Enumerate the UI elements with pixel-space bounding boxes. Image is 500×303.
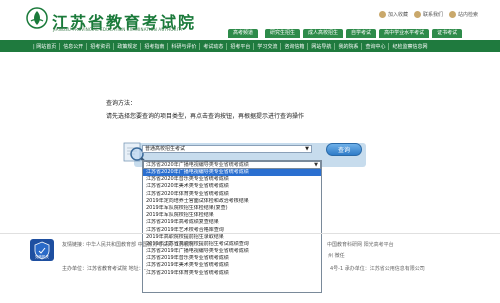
- nav-item[interactable]: 纪检监察信息网: [388, 42, 430, 50]
- dropdown-option[interactable]: 江苏省2019年体育类专业省统考成绩: [143, 270, 321, 277]
- howto-title: 查询方法：: [106, 100, 137, 107]
- friend-links-right[interactable]: 中国教育科研网 阳光高考平台: [327, 241, 394, 248]
- dropdown-option[interactable]: 2019年定向培养士官面试体检和政治考核结果: [143, 198, 321, 205]
- nav-item[interactable]: 网站导航: [307, 42, 334, 50]
- dropdown-option[interactable]: 2019年军队院校招生体检结果(复查): [143, 205, 321, 212]
- friend-links-label: 友情链接：: [62, 242, 88, 248]
- chevron-down-icon: ▼: [314, 162, 318, 168]
- footer-right-line3: 4号-1 承办单位：江苏省公用信息有限公司: [330, 266, 425, 272]
- category-select-value: 普通高校招生考试: [145, 146, 186, 152]
- site-search-link[interactable]: 站内检索: [448, 11, 478, 18]
- nav-item[interactable]: 查询中心: [361, 42, 388, 50]
- top-links: 加入收藏 联系我们 站内检索: [378, 11, 478, 18]
- dropdown-option[interactable]: 江苏省2019年广播电视编导类专业省统考成绩: [143, 248, 321, 255]
- tab-gaokao[interactable]: 高考频道: [228, 29, 259, 38]
- favorite-label: 加入收藏: [387, 12, 408, 18]
- dropdown-option[interactable]: 江苏省2019年音乐类专业省统考成绩: [143, 255, 321, 262]
- contact-label: 联系我们: [422, 12, 443, 18]
- host-info: 主办单位：江苏省教育考试院 地址：...: [62, 266, 149, 272]
- main-nav: | 网站首页 信息公开 招考资讯 政策规定 招考指南 科研与评价 考试动态 招考平台 学习交流咨…: [0, 40, 500, 52]
- nav-item[interactable]: 科研与评价: [167, 42, 199, 50]
- nav-item[interactable]: 信息公开: [59, 42, 86, 50]
- tab-academic-level[interactable]: 高中学业水平考试: [379, 29, 430, 38]
- site-subtitle: JIANGSU PROVINCIAL EDUCATION EXAMINATION…: [53, 27, 184, 32]
- category-select[interactable]: 普通高校招生考试 ▼: [142, 145, 312, 153]
- nav-item[interactable]: 招考平台: [226, 42, 253, 50]
- tab-self-study[interactable]: 自学考试: [346, 29, 377, 38]
- tab-adult[interactable]: 成人高校招生: [303, 29, 344, 38]
- phone-icon: [413, 11, 421, 18]
- howto-text: 请先选择您要查询的项目类型，再点击查询按钮，再根据提示进行查询操作: [106, 113, 305, 120]
- dropdown-option[interactable]: 江苏省2020年体育类专业省统考成绩: [143, 191, 321, 198]
- dropdown-option[interactable]: 江苏省2020年美术类专业省统考成绩: [143, 183, 321, 190]
- item-option-list: 江苏省2020年广播电视编导类专业省统考成绩 江苏省2020年音乐类专业省统考成绩…: [143, 169, 321, 277]
- nav-item[interactable]: 考试动态: [199, 42, 226, 50]
- nav-item[interactable]: 招考指南: [140, 42, 167, 50]
- friend-links[interactable]: 中华人民共和国教育部 中国教育考试网 江苏教育 ...: [86, 241, 201, 248]
- nav-item[interactable]: 政策规定: [113, 42, 140, 50]
- nav-item[interactable]: 我的院系: [334, 42, 361, 50]
- dropdown-option[interactable]: 江苏省2019年高考成绩复查结果: [143, 219, 321, 226]
- item-select-value: 江苏省2020年广播电视编导类专业省统考成绩: [146, 162, 249, 168]
- item-select[interactable]: 江苏省2020年广播电视编导类专业省统考成绩 ▼: [143, 161, 321, 169]
- search-icon: [448, 11, 456, 18]
- query-button[interactable]: 查询: [326, 143, 362, 156]
- dropdown-option[interactable]: 2019年高职院校提前招生录取结果: [143, 234, 321, 241]
- channel-tabs: 高考频道 研究生招生 成人高校招生 自学考试 高中学业水平考试 证书考试: [228, 29, 463, 38]
- dropdown-option[interactable]: 江苏省2019年美术类专业省统考成绩: [143, 262, 321, 269]
- nav-item[interactable]: 学习交流: [253, 42, 280, 50]
- footer-right-line2: 州 微任: [328, 253, 345, 259]
- gov-badge-label: 党政机关: [35, 255, 49, 259]
- chevron-down-icon: ▼: [305, 146, 309, 152]
- contact-link[interactable]: 联系我们: [413, 11, 443, 18]
- dropdown-option[interactable]: 江苏省2020年广播电视编导类专业省统考成绩: [143, 169, 321, 177]
- nav-item[interactable]: 咨询信箱: [280, 42, 307, 50]
- tab-graduate[interactable]: 研究生招生: [265, 29, 301, 38]
- logo-icon[interactable]: [26, 7, 48, 29]
- nav-item[interactable]: 招考资讯: [86, 42, 113, 50]
- star-icon: [378, 11, 386, 18]
- site-header: 江苏省教育考试院 JIANGSU PROVINCIAL EDUCATION EX…: [0, 0, 500, 40]
- dropdown-option[interactable]: 2019年军队院校招生体检结果: [143, 212, 321, 219]
- footer-divider: [0, 233, 500, 234]
- tab-certificate[interactable]: 证书考试: [432, 29, 463, 38]
- favorite-link[interactable]: 加入收藏: [378, 11, 408, 18]
- item-dropdown[interactable]: 江苏省2020年广播电视编导类专业省统考成绩 ▼ 江苏省2020年广播电视编导类…: [142, 160, 322, 293]
- nav-item[interactable]: | 网站首页: [30, 43, 59, 50]
- dropdown-option[interactable]: 江苏省2020年音乐类专业省统考成绩: [143, 176, 321, 183]
- site-search-label: 站内检索: [457, 12, 478, 18]
